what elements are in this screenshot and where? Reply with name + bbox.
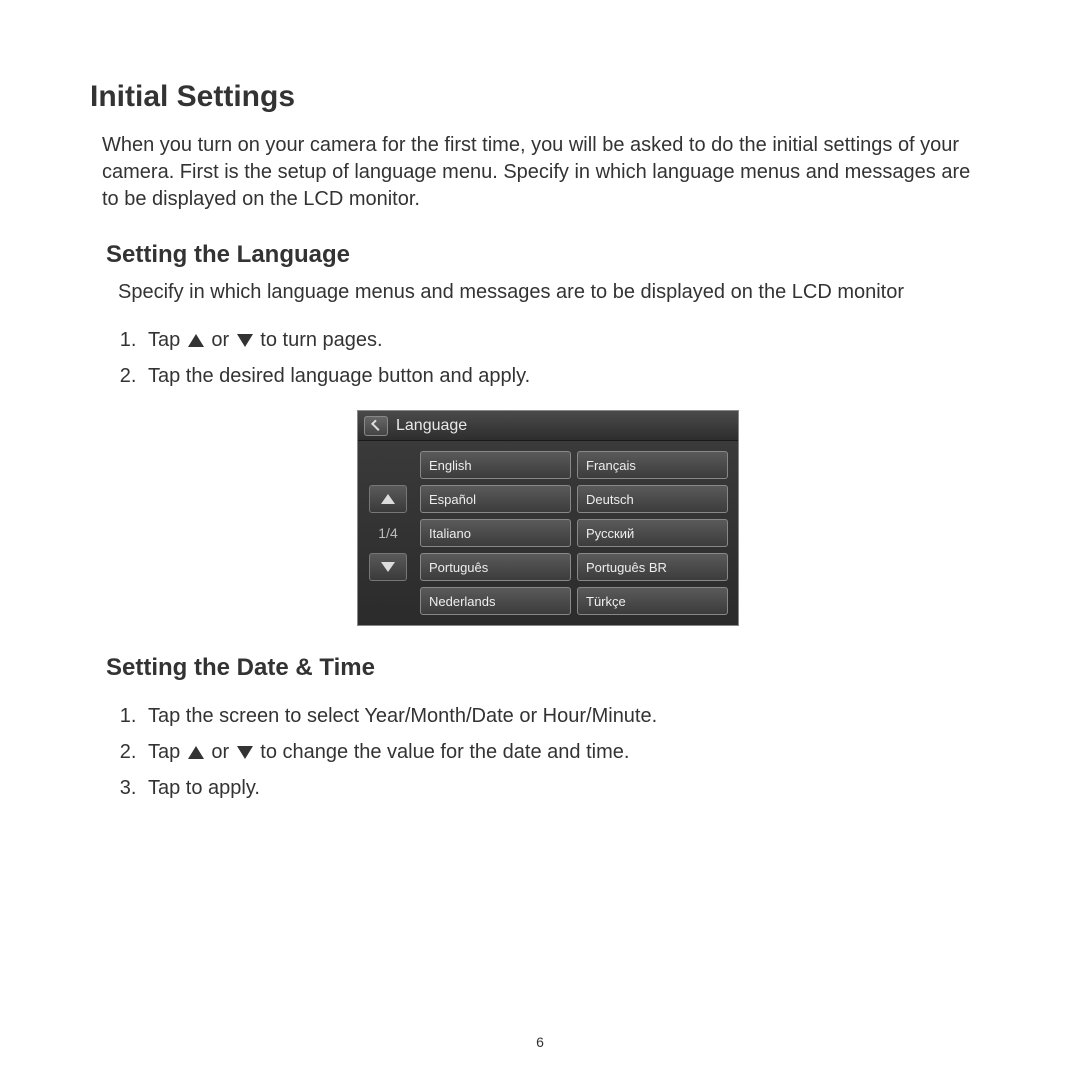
down-arrow-icon [381,562,395,572]
screenshot-header: Language [358,411,738,441]
page-indicator: 1/4 [378,525,397,541]
step-text: Tap [148,329,186,351]
language-desc: Specify in which language menus and mess… [118,279,990,306]
language-option[interactable]: Français [577,451,728,479]
up-arrow-icon [188,334,204,347]
step-text: to change the value for the date and tim… [260,741,629,763]
language-option[interactable]: Português [420,553,571,581]
screenshot-container: Language 1/4 English Français Español D [106,410,990,626]
language-option[interactable]: Deutsch [577,485,728,513]
heading-datetime: Setting the Date & Time [106,654,990,682]
page-up-button[interactable] [369,485,407,513]
language-option[interactable]: Português BR [577,553,728,581]
screenshot-nav: 1/4 [364,451,412,615]
language-option[interactable]: Español [420,485,571,513]
step-text: Tap [148,741,186,763]
language-option[interactable]: English [420,451,571,479]
language-option[interactable]: Türkçe [577,587,728,615]
step-text: or [211,329,234,351]
language-steps: Tap or to turn pages. Tap the desired la… [142,326,990,390]
back-button[interactable] [364,416,388,436]
language-option[interactable]: Italiano [420,519,571,547]
list-item: Tap the screen to select Year/Month/Date… [142,702,990,730]
list-item: Tap or to turn pages. [142,326,990,354]
heading-language: Setting the Language [106,241,990,269]
list-item: Tap or to change the value for the date … [142,738,990,766]
screenshot-title: Language [396,417,467,435]
list-item: Tap to apply. [142,774,990,802]
back-arrow-icon [371,419,382,430]
intro-paragraph: When you turn on your camera for the fir… [102,132,990,213]
up-arrow-icon [188,746,204,759]
step-text: or [211,741,234,763]
language-grid: English Français Español Deutsch Italian… [420,451,728,615]
screenshot-body: 1/4 English Français Español Deutsch Ita… [358,441,738,625]
down-arrow-icon [237,746,253,759]
step-text: to turn pages. [260,329,382,351]
up-arrow-icon [381,494,395,504]
list-item: Tap the desired language button and appl… [142,362,990,390]
page-down-button[interactable] [369,553,407,581]
down-arrow-icon [237,334,253,347]
page-number: 6 [536,1034,544,1050]
language-option[interactable]: Русский [577,519,728,547]
language-option[interactable]: Nederlands [420,587,571,615]
language-screenshot: Language 1/4 English Français Español D [357,410,739,626]
datetime-steps: Tap the screen to select Year/Month/Date… [142,702,990,802]
page-title: Initial Settings [90,80,990,114]
